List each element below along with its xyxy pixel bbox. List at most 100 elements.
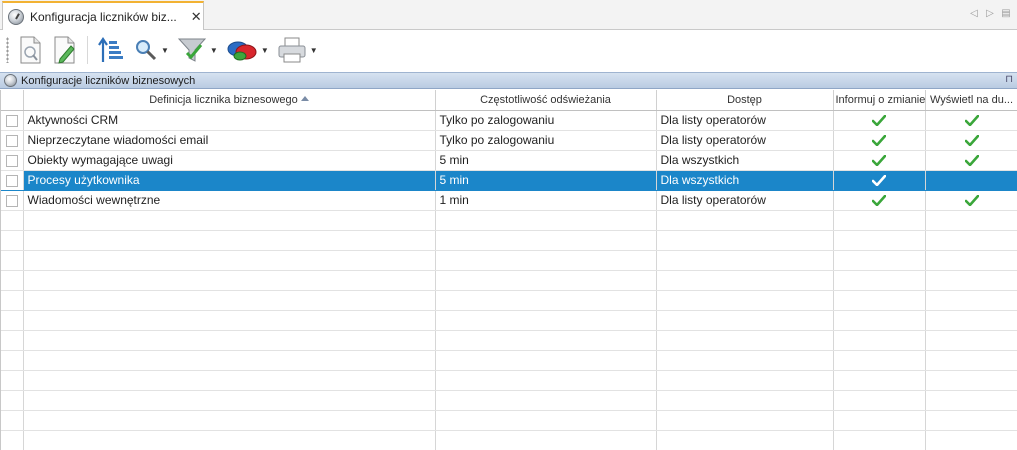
empty-cell [435,390,657,411]
empty-cell [23,230,436,251]
checkmark-icon [872,135,886,147]
row-selector[interactable] [1,130,24,151]
cell-display[interactable] [925,190,1017,211]
empty-cell [833,390,926,411]
checkmark-icon [872,175,886,187]
empty-cell [435,370,657,391]
print-button[interactable]: ▼ [277,34,318,66]
row-checkbox[interactable] [5,174,18,187]
toolbar: ▼ ▼ ▼ ▼ [0,30,1017,70]
table-row[interactable]: Procesy użytkownika 5 min Dla wszystkich [1,170,1017,191]
empty-cell [435,410,657,431]
cell-access[interactable]: Dla listy operatorów [656,110,834,131]
row-checkbox[interactable] [5,114,18,127]
empty-cell [656,370,834,391]
cell-inform[interactable] [833,190,926,211]
pin-icon[interactable]: ⊓ [1005,74,1013,85]
column-header-frequency[interactable]: Częstotliwość odświeżania [435,90,657,111]
table-row[interactable]: Nieprzeczytane wiadomości email Tylko po … [1,130,1017,151]
cell-frequency[interactable]: 5 min [435,170,657,191]
toolbar-grip[interactable] [6,37,9,63]
empty-cell [1,330,24,351]
chevron-down-icon[interactable]: ▼ [161,46,169,55]
column-header-display[interactable]: Wyświetl na du... [925,90,1017,111]
search-icon [136,40,157,61]
column-header-inform[interactable]: Informuj o zmianie [833,90,926,111]
empty-cell [1,230,24,251]
row-checkbox[interactable] [5,194,18,207]
cell-inform[interactable] [833,150,926,171]
cell-access[interactable]: Dla wszystkich [656,170,834,191]
column-header-definition[interactable]: Definicja licznika biznesowego [23,90,436,111]
chevron-down-icon[interactable]: ▼ [261,46,269,55]
cell-display[interactable] [925,110,1017,131]
scroll-right-icon[interactable]: ▷ [985,8,995,19]
empty-row [1,370,1017,391]
checkmark-icon [872,155,886,167]
empty-cell [1,290,24,311]
cell-frequency[interactable]: Tylko po zalogowaniu [435,130,657,151]
empty-cell [656,430,834,450]
empty-cell [435,350,657,371]
empty-cell [435,310,657,331]
empty-row [1,430,1017,450]
empty-row [1,250,1017,271]
chevron-down-icon[interactable]: ▼ [310,46,318,55]
column-header-select[interactable] [1,90,24,111]
filter-button[interactable]: ▼ [177,34,218,66]
empty-cell [656,410,834,431]
checkmark-icon [964,115,979,127]
table-row[interactable]: Obiekty wymagające uwagi 5 min Dla wszystk… [1,150,1017,171]
cell-name[interactable]: Procesy użytkownika [23,170,436,191]
panel-header: Konfiguracje liczników biznesowych ⊓ [0,72,1017,89]
chevron-down-icon[interactable]: ▼ [210,46,218,55]
cell-frequency[interactable]: 5 min [435,150,657,171]
empty-cell [925,430,1017,450]
cell-inform[interactable] [833,130,926,151]
cell-access[interactable]: Dla wszystkich [656,150,834,171]
row-checkbox[interactable] [5,154,18,167]
cell-display[interactable] [925,130,1017,151]
row-selector[interactable] [1,170,24,191]
search-button[interactable]: ▼ [134,34,169,66]
cell-name[interactable]: Wiadomości wewnętrzne [23,190,436,211]
empty-cell [23,350,436,371]
cell-name[interactable]: Obiekty wymagające uwagi [23,150,436,171]
empty-cell [23,310,436,331]
tab-list-icon[interactable]: ▤ [1001,8,1011,19]
empty-cell [925,250,1017,271]
cell-inform[interactable] [833,110,926,131]
cell-name[interactable]: Aktywności CRM [23,110,436,131]
cell-display[interactable] [925,150,1017,171]
row-selector[interactable] [1,110,24,131]
group-button[interactable]: ▼ [226,34,269,66]
table-row[interactable]: Aktywności CRM Tylko po zalogowaniu Dla li… [1,110,1017,131]
empty-cell [23,290,436,311]
row-checkbox[interactable] [5,134,18,147]
tab-label: Konfiguracja liczników biz... [30,9,177,24]
row-selector[interactable] [1,150,24,171]
cell-access[interactable]: Dla listy operatorów [656,130,834,151]
cell-access[interactable]: Dla listy operatorów [656,190,834,211]
empty-row [1,270,1017,291]
sort-button[interactable] [96,34,126,66]
new-record-button[interactable] [17,34,43,66]
scroll-left-icon[interactable]: ◁ [969,8,979,19]
close-icon[interactable]: ✕ [189,9,203,25]
table-row[interactable]: Wiadomości wewnętrzne 1 min Dla listy oper… [1,190,1017,211]
cell-name[interactable]: Nieprzeczytane wiadomości email [23,130,436,151]
tab-business-counters-config[interactable]: Konfiguracja liczników biz... ✕ [2,1,204,30]
cell-frequency[interactable]: Tylko po zalogowaniu [435,110,657,131]
cell-frequency[interactable]: 1 min [435,190,657,211]
edit-record-button[interactable] [51,34,77,66]
empty-cell [925,350,1017,371]
cell-inform[interactable] [833,170,926,191]
empty-cell [833,250,926,271]
row-selector[interactable] [1,190,24,211]
empty-cell [833,410,926,431]
edit-document-icon [54,36,75,64]
cell-display[interactable] [925,170,1017,191]
empty-cell [833,310,926,331]
column-header-access[interactable]: Dostęp [656,90,834,111]
column-header-label: Definicja licznika biznesowego [149,93,298,106]
